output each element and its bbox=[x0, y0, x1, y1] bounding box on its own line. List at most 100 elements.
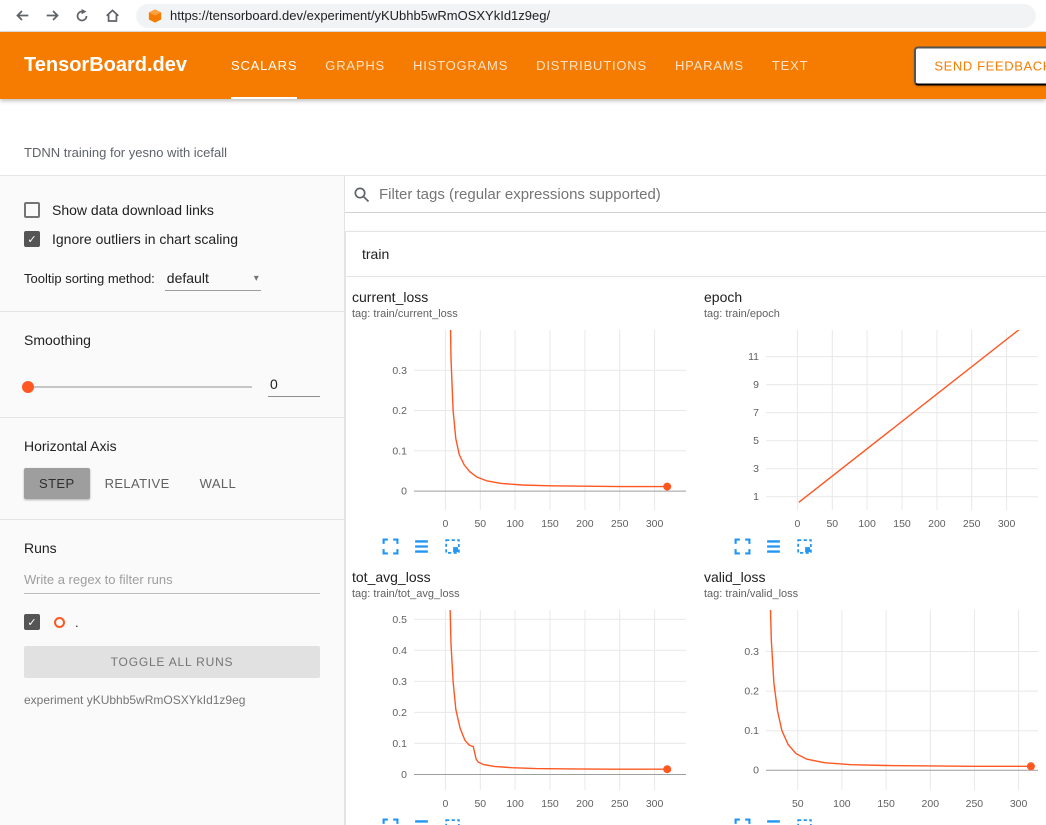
line-chart[interactable]: 0501001502002503001357911 bbox=[704, 324, 1046, 536]
tab-hparams[interactable]: HPARAMS bbox=[675, 32, 744, 99]
run-name: . bbox=[75, 615, 79, 630]
scalars-dashboard: train current_loss tag: train/current_lo… bbox=[345, 176, 1046, 825]
log-scale-icon[interactable] bbox=[413, 818, 430, 825]
svg-text:0.3: 0.3 bbox=[392, 365, 407, 377]
svg-text:0: 0 bbox=[401, 486, 407, 498]
toggle-all-runs-button[interactable]: TOGGLE ALL RUNS bbox=[24, 646, 320, 678]
chevron-down-icon: ▾ bbox=[254, 273, 259, 284]
expand-icon[interactable] bbox=[382, 818, 399, 825]
experiment-note: experiment yKUbhb5wRmOSXYkId1z9eg bbox=[24, 693, 320, 707]
axis-button-relative[interactable]: RELATIVE bbox=[90, 468, 185, 499]
svg-text:0.1: 0.1 bbox=[744, 725, 759, 737]
tab-text[interactable]: TEXT bbox=[772, 32, 808, 99]
log-scale-icon[interactable] bbox=[413, 538, 430, 555]
svg-text:300: 300 bbox=[998, 518, 1016, 530]
line-chart[interactable]: 5010015020025030000.10.20.3 bbox=[704, 604, 1046, 816]
expand-icon[interactable] bbox=[734, 538, 751, 555]
app-header: TensorBoard.dev SCALARS GRAPHS HISTOGRAMS D… bbox=[0, 32, 1046, 99]
show-download-links-checkbox[interactable] bbox=[24, 202, 40, 218]
svg-text:1: 1 bbox=[753, 491, 759, 503]
reload-icon[interactable] bbox=[70, 4, 94, 28]
chart-tag: tag: train/current_loss bbox=[352, 308, 700, 320]
scalar-chart-card: epoch tag: train/epoch 05010015020025030… bbox=[700, 289, 1046, 555]
smoothing-value[interactable]: 0 bbox=[268, 376, 320, 397]
experiment-bar: TDNN training for yesno with icefall bbox=[0, 99, 1046, 176]
nav-tabs: SCALARS GRAPHS HISTOGRAMS DISTRIBUTIONS HPAR… bbox=[231, 32, 808, 99]
svg-text:200: 200 bbox=[576, 518, 594, 530]
smoothing-row: 0 bbox=[24, 376, 320, 397]
tag-group-card: train current_loss tag: train/current_lo… bbox=[345, 231, 1046, 825]
svg-text:0.2: 0.2 bbox=[392, 707, 407, 719]
svg-text:0.3: 0.3 bbox=[392, 676, 407, 688]
chart-tag: tag: train/tot_avg_loss bbox=[352, 588, 700, 600]
svg-text:300: 300 bbox=[1010, 798, 1028, 810]
line-chart[interactable]: 05010015020025030000.10.20.3 bbox=[352, 324, 698, 536]
fit-domain-icon[interactable] bbox=[444, 538, 461, 555]
scalar-chart-card: valid_loss tag: train/valid_loss 5010015… bbox=[700, 569, 1046, 825]
tag-group-title[interactable]: train bbox=[346, 232, 1046, 277]
divider bbox=[0, 519, 344, 520]
svg-text:11: 11 bbox=[748, 351, 759, 363]
show-download-links-row: Show data download links bbox=[24, 202, 320, 218]
svg-text:250: 250 bbox=[963, 518, 981, 530]
forward-icon[interactable] bbox=[40, 4, 64, 28]
fit-domain-icon[interactable] bbox=[796, 818, 813, 825]
chart-title: tot_avg_loss bbox=[352, 569, 700, 585]
svg-text:9: 9 bbox=[753, 379, 759, 391]
tensorboard-favicon bbox=[148, 9, 162, 23]
axis-button-wall[interactable]: WALL bbox=[185, 468, 252, 499]
svg-text:0.1: 0.1 bbox=[392, 445, 407, 457]
charts-grid: current_loss tag: train/current_loss 0 50… bbox=[346, 277, 1046, 825]
smoothing-slider[interactable] bbox=[24, 386, 252, 388]
svg-text:50: 50 bbox=[826, 518, 838, 530]
svg-text:3: 3 bbox=[753, 463, 759, 475]
ignore-outliers-checkbox[interactable] bbox=[24, 231, 40, 247]
runs-filter-input[interactable] bbox=[24, 564, 320, 594]
svg-text:0: 0 bbox=[442, 798, 448, 810]
search-icon bbox=[353, 186, 370, 203]
fit-domain-icon[interactable] bbox=[796, 538, 813, 555]
axis-button-step[interactable]: STEP bbox=[24, 468, 90, 499]
svg-text:0: 0 bbox=[442, 518, 448, 530]
chart-tag: tag: train/epoch bbox=[704, 308, 1046, 320]
expand-icon[interactable] bbox=[734, 818, 751, 825]
divider bbox=[0, 311, 344, 312]
send-feedback-button[interactable]: SEND FEEDBACK bbox=[914, 46, 1046, 85]
show-download-links-label: Show data download links bbox=[52, 202, 214, 218]
svg-text:0: 0 bbox=[753, 765, 759, 777]
tab-distributions[interactable]: DISTRIBUTIONS bbox=[536, 32, 647, 99]
address-bar[interactable]: https://tensorboard.dev/experiment/yKUbh… bbox=[136, 4, 1036, 28]
svg-text:250: 250 bbox=[611, 798, 629, 810]
expand-icon[interactable] bbox=[382, 538, 399, 555]
tab-graphs[interactable]: GRAPHS bbox=[325, 32, 385, 99]
smoothing-label: Smoothing bbox=[24, 332, 320, 348]
divider bbox=[0, 417, 344, 418]
svg-text:0.5: 0.5 bbox=[392, 614, 407, 626]
smoothing-slider-thumb[interactable] bbox=[22, 381, 34, 393]
line-chart[interactable]: 05010015020025030000.10.20.30.40.5 bbox=[352, 604, 698, 816]
svg-text:150: 150 bbox=[893, 518, 911, 530]
svg-text:150: 150 bbox=[541, 798, 559, 810]
home-icon[interactable] bbox=[100, 4, 124, 28]
svg-text:100: 100 bbox=[858, 518, 876, 530]
back-icon[interactable] bbox=[10, 4, 34, 28]
svg-text:200: 200 bbox=[576, 798, 594, 810]
log-scale-icon[interactable] bbox=[765, 818, 782, 825]
svg-text:0.3: 0.3 bbox=[744, 646, 759, 658]
chart-title: current_loss bbox=[352, 289, 700, 305]
run-checkbox[interactable] bbox=[24, 614, 40, 630]
ignore-outliers-row: Ignore outliers in chart scaling bbox=[24, 231, 320, 247]
chart-title: valid_loss bbox=[704, 569, 1046, 585]
experiment-title: TDNN training for yesno with icefall bbox=[24, 145, 227, 160]
svg-text:200: 200 bbox=[922, 798, 940, 810]
svg-text:100: 100 bbox=[506, 798, 524, 810]
tab-histograms[interactable]: HISTOGRAMS bbox=[413, 32, 508, 99]
tab-scalars[interactable]: SCALARS bbox=[231, 32, 297, 99]
tag-filter-input[interactable] bbox=[379, 186, 1046, 203]
log-scale-icon[interactable] bbox=[765, 538, 782, 555]
fit-domain-icon[interactable] bbox=[444, 818, 461, 825]
tooltip-sorting-select[interactable]: default ▾ bbox=[165, 269, 261, 291]
app-brand[interactable]: TensorBoard.dev bbox=[0, 32, 231, 99]
scalar-chart-card: tot_avg_loss tag: train/tot_avg_loss 050… bbox=[348, 569, 700, 825]
chart-tag: tag: train/valid_loss bbox=[704, 588, 1046, 600]
